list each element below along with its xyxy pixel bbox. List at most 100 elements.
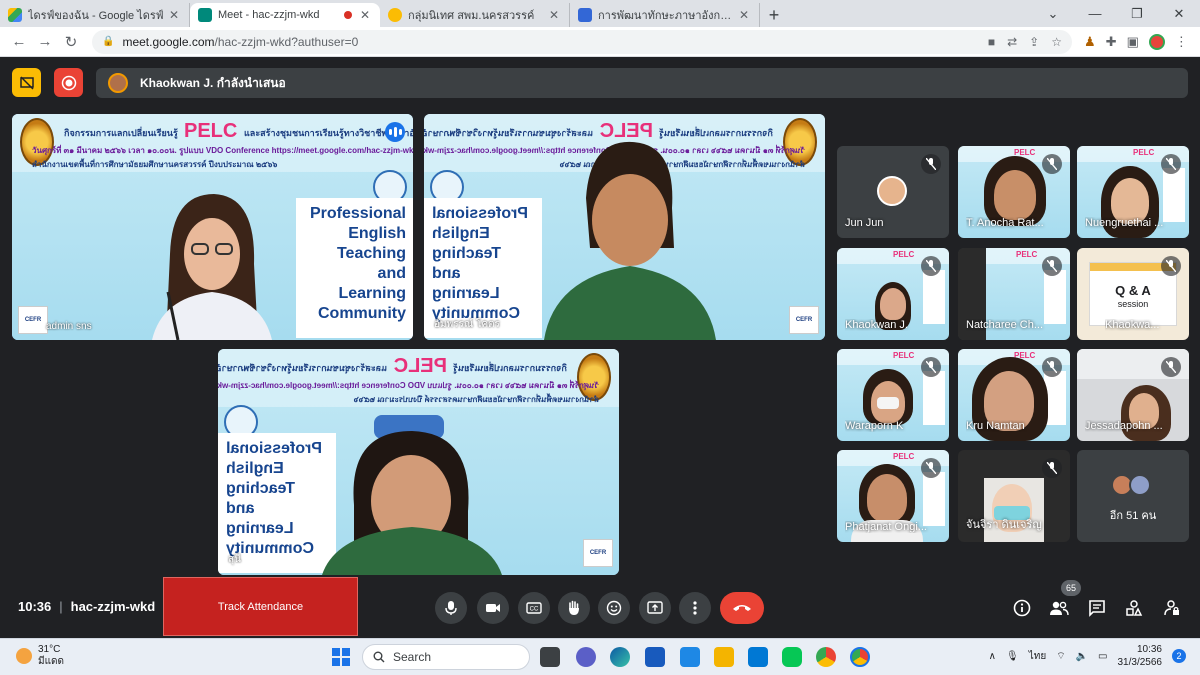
people-button[interactable] [1047,596,1071,620]
video-tile-admin[interactable]: กิจกรรมการแลกเปลี่ยนเรียนรู้ PELC และสร้… [12,114,413,340]
participant-count-badge: 65 [1061,580,1081,596]
menu-kebab-icon[interactable]: ⋮ [1175,34,1188,50]
teams-chat-icon[interactable] [576,647,596,667]
l-app-icon[interactable] [680,647,700,667]
close-tab-icon[interactable]: ✕ [737,8,751,22]
language-indicator[interactable]: ไทย [1029,649,1046,664]
more-options-button[interactable] [679,592,711,624]
word-icon[interactable] [645,647,665,667]
microphone-tray-icon[interactable]: 🎙 [1006,651,1019,662]
present-icon [647,601,663,614]
restore-button[interactable]: ❐ [1116,0,1158,27]
presentation-toggle-button[interactable] [12,68,41,97]
forward-icon[interactable]: → [32,33,58,50]
participant-tile[interactable]: PELC T. Anocha Rat... [958,146,1070,238]
participant-tile[interactable]: PELC Waraporn K [837,349,949,441]
volume-icon[interactable]: 🔈 [1076,651,1088,662]
tab-meet[interactable]: Meet - hac-zzjm-wkd ✕ [190,3,380,27]
leave-call-button[interactable] [720,592,764,624]
line-icon[interactable] [782,647,802,667]
taskbar-search[interactable]: Search [362,644,530,670]
video-tile-amphan[interactable]: กิจกรรมการแลกเปลี่ยนเรียนรู้ PELC และสร้… [424,114,825,340]
profile-avatar[interactable] [1148,33,1165,50]
chat-button[interactable] [1085,596,1109,620]
back-icon[interactable]: ← [6,33,32,50]
address-bar[interactable]: 🔒 meet.google.com /hac-zzjm-wkd?authuser… [92,29,1072,54]
host-controls-button[interactable] [1160,596,1184,620]
tab-title: Meet - hac-zzjm-wkd [218,9,320,21]
search-icon [373,651,385,663]
new-tab-button[interactable]: + [760,3,788,27]
participant-tile[interactable]: PELC Phatjanat Ongi... [837,450,949,542]
camera-button[interactable] [477,592,509,624]
reactions-button[interactable] [598,592,630,624]
present-screen-button[interactable] [639,592,671,624]
battery-icon[interactable]: ▭ [1098,651,1107,662]
notification-badge[interactable]: 2 [1172,649,1186,663]
track-attendance-button[interactable]: Track Attendance [163,577,358,636]
participant-name: admin sns [46,321,92,332]
captions-button[interactable]: CC [518,592,550,624]
avatar [877,176,907,206]
tab-search-icon[interactable]: ⌄ [1032,0,1074,27]
share-icon[interactable]: ⇪ [1029,35,1039,49]
participant-face [880,288,906,320]
mail-icon[interactable] [748,647,768,667]
reload-icon[interactable]: ↻ [58,33,84,51]
weather-widget[interactable]: 31°C มีแดด [16,644,64,668]
participant-tile[interactable]: Jun Jun [837,146,949,238]
tab-english-skills[interactable]: การพัฒนาทักษะภาษาอังกฤษ English ✕ [570,3,760,27]
participant-name: Jessadapohn ... [1085,420,1163,432]
start-button[interactable] [332,648,350,666]
participant-tile[interactable]: PELC Khaokwan J. [837,248,949,340]
participant-name: Natcharee Ch... [966,319,1044,331]
participant-tile[interactable]: Jessadapohn ... [1077,349,1189,441]
tab-supervision-group[interactable]: กลุ่มนิเทศ สพม.นครสวรรค์ ✕ [380,3,570,27]
slide-title-box: Professional English Teaching and Learni… [296,198,413,338]
tab-google-drive[interactable]: ไดรฟ์ของฉัน - Google ไดรฟ์ ✕ [0,3,190,27]
puzzle-icon[interactable]: ✚ [1106,34,1117,50]
chrome-active-icon[interactable] [850,647,870,667]
tab-title: กลุ่มนิเทศ สพม.นครสวรรค์ [408,10,535,22]
more-participants-tile[interactable]: อีก 51 คน [1077,450,1189,542]
close-window-button[interactable]: ✕ [1158,0,1200,27]
bookmark-star-icon[interactable]: ☆ [1051,35,1062,49]
meeting-details-button[interactable] [1010,596,1034,620]
participant-tile[interactable]: PELC Kru Namtan [958,349,1070,441]
camera-in-use-icon[interactable]: ■ [988,35,995,49]
chrome-icon[interactable] [816,647,836,667]
participant-tile[interactable]: PELC Natcharee Ch... [958,248,1070,340]
box-line: Learning [338,285,406,302]
participant-tile[interactable]: Q & A session Khaokwa... [1077,248,1189,340]
participant-tile[interactable]: จันจิรา ดินเจริญ [958,450,1070,542]
raise-hand-button[interactable] [558,592,590,624]
url-host: meet.google.com [122,34,215,49]
meeting-code: hac-zzjm-wkd [70,599,156,614]
close-tab-icon[interactable]: ✕ [547,8,561,22]
side-panel-icon[interactable]: ▣ [1127,34,1139,50]
box-line: and [226,500,255,517]
extension-icon[interactable]: ♟ [1084,34,1096,50]
task-view-icon[interactable] [540,647,560,667]
recording-button[interactable] [54,68,83,97]
chevron-up-icon[interactable]: ∧ [989,651,996,662]
edge-icon[interactable] [610,647,630,667]
minimize-button[interactable]: — [1074,0,1116,27]
clock-date: 31/3/2566 [1117,657,1163,668]
clock[interactable]: 10:36 31/3/2566 [1118,643,1163,669]
close-tab-icon[interactable]: ✕ [358,8,372,22]
emoji-icon [606,600,622,616]
video-tile-sunee[interactable]: กิจกรรมการแลกเปลี่ยนเรียนรู้ PELC และสร้… [218,349,619,575]
file-explorer-icon[interactable] [714,647,734,667]
more-participants-label: อีก 51 คน [1109,510,1157,522]
translate-icon[interactable]: ⇄ [1007,35,1017,49]
lock-icon[interactable]: 🔒 [102,36,114,47]
box-line: Professional [226,440,323,457]
close-tab-icon[interactable]: ✕ [167,8,181,22]
participant-tile[interactable]: PELC Nuengruethai ... [1077,146,1189,238]
activities-button[interactable] [1122,596,1146,620]
browser-tab-strip: ไดรฟ์ของฉัน - Google ไดรฟ์ ✕ Meet - hac-… [0,0,1200,27]
microphone-button[interactable] [435,592,467,624]
tab-title: ไดรฟ์ของฉัน - Google ไดรฟ์ [28,10,164,22]
wifi-icon[interactable]: ⌔ [1056,650,1065,663]
